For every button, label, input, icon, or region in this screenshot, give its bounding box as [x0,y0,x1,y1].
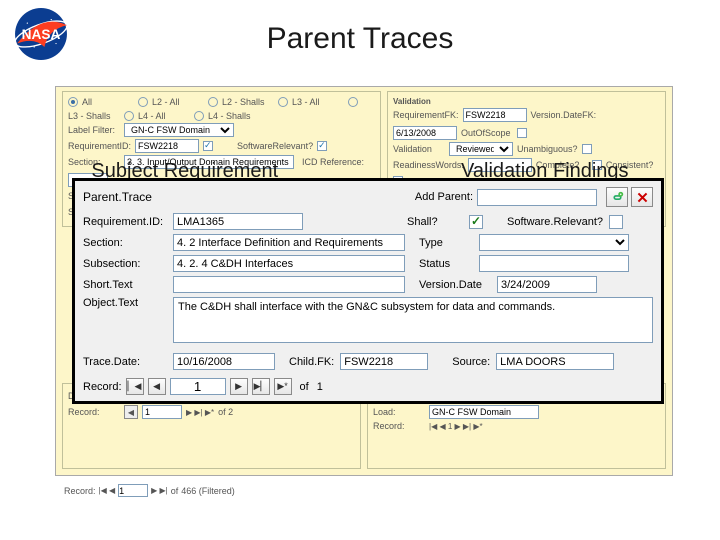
record-new-button[interactable]: ▶* [274,378,292,395]
subsection-input[interactable] [173,255,405,272]
bg-reqfk-input[interactable] [463,108,527,122]
tracedate-input[interactable] [173,353,275,370]
section-label: Section: [83,237,173,249]
tracedate-label: Trace.Date: [83,356,173,368]
requirement-id-input[interactable] [173,213,303,230]
objecttext-area[interactable]: The C&DH shall interface with the GN&C s… [173,297,653,343]
type-label: Type [419,237,479,249]
radio-l3-shalls[interactable] [348,97,358,107]
software-relevant-checkbox[interactable] [609,215,623,229]
type-select[interactable] [479,234,629,251]
versiondate-label: Version.Date [419,279,497,291]
dialog-title: Parent.Trace [83,190,363,204]
record-of-label: of [300,381,309,393]
record-label: Record: [83,381,122,393]
record-last-button[interactable]: ▶▏ [252,378,270,395]
source-input[interactable] [496,353,614,370]
radio-l2-all[interactable] [138,97,148,107]
bg-validation-select[interactable]: Reviewed [449,142,513,156]
bg-softrel-check[interactable] [317,141,327,151]
delete-button[interactable] [631,187,653,207]
record-prev-button[interactable]: ◀ [148,378,166,395]
status-input[interactable] [479,255,629,272]
record-number-input[interactable] [170,378,226,395]
record-total: 1 [317,381,323,393]
radio-l3-all[interactable] [278,97,288,107]
bg-reqid-input[interactable] [135,139,199,153]
software-relevant-label: Software.Relevant? [507,216,603,228]
shorttext-label: Short.Text [83,279,173,291]
link-add-button[interactable] [606,187,628,207]
bg-outofscope-check[interactable] [517,128,527,138]
radio-l2-shalls[interactable] [208,97,218,107]
radio-l4-shalls[interactable] [194,111,204,121]
bg-load-input[interactable] [429,405,539,419]
source-label: Source: [452,356,490,368]
record-first-button[interactable]: ▏◀ [126,378,144,395]
objecttext-label: Object.Text [83,297,173,309]
shorttext-input[interactable] [173,276,405,293]
shall-checkbox[interactable] [469,215,483,229]
section-input[interactable] [173,234,405,251]
page-title: Parent Traces [0,22,720,56]
childfk-input[interactable] [340,353,428,370]
status-label: Status [419,258,479,270]
labelfilter-select[interactable]: GN-C FSW Domain [124,123,234,137]
shall-label: Shall? [407,216,467,228]
childfk-label: Child.FK: [289,356,334,368]
bg-shall-check[interactable] [203,141,213,151]
bg-datefk-input[interactable] [393,126,457,140]
versiondate-input[interactable] [497,276,597,293]
parent-trace-dialog: Parent.Trace Add Parent: Requirement.ID:… [72,178,664,404]
radio-l4-all[interactable] [124,111,134,121]
add-parent-input[interactable] [477,189,597,206]
record-next-button[interactable]: ▶ [230,378,248,395]
add-parent-label: Add Parent: [415,191,473,203]
subsection-label: Subsection: [83,258,173,270]
requirement-id-label: Requirement.ID: [83,216,173,228]
radio-all[interactable] [68,97,78,107]
